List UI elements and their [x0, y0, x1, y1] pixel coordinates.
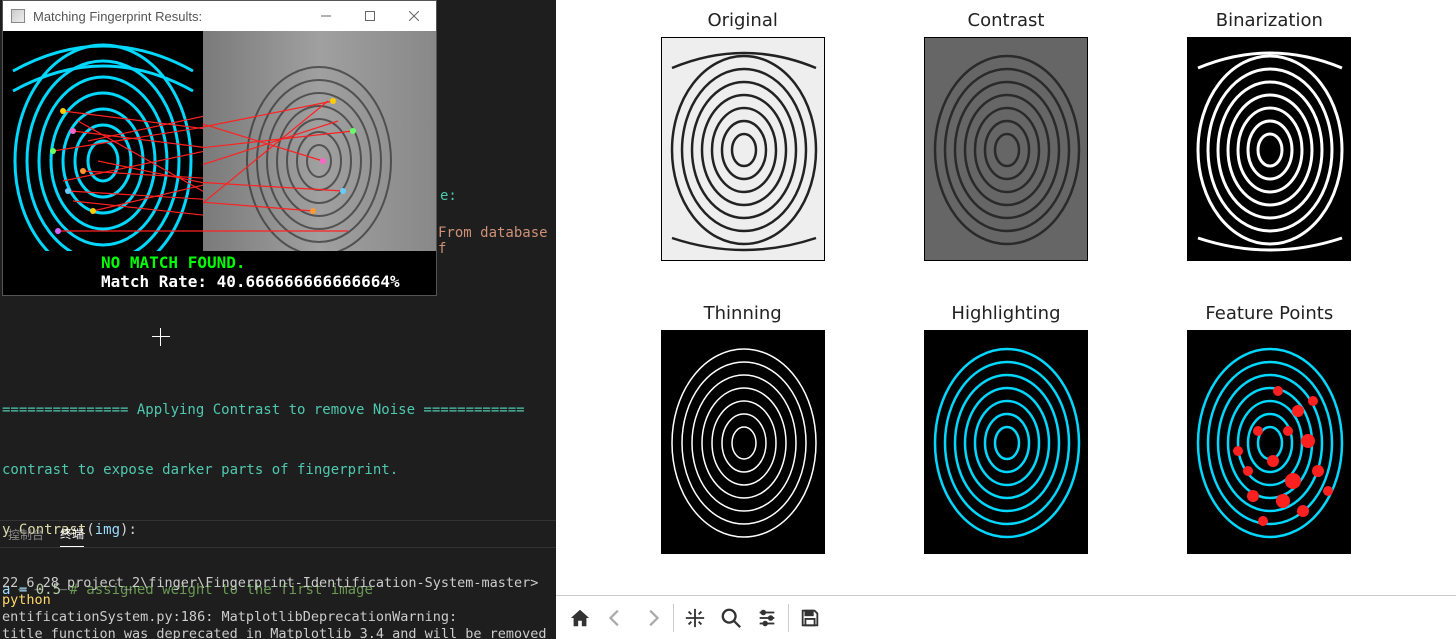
match-result-footer: NO MATCH FOUND. Match Rate: 40.666666666…: [3, 251, 436, 295]
subplot-original: Original: [661, 10, 825, 261]
terminal-cmd: python: [2, 592, 51, 608]
toolbar-separator: [788, 604, 789, 632]
minimize-button[interactable]: [304, 1, 348, 31]
terminal-line: 22_6_28_project_2\finger\Fingerprint-Ide…: [2, 575, 547, 591]
tab-console[interactable]: 控制台: [8, 522, 44, 547]
subplot-title: Contrast: [968, 10, 1045, 31]
subplot-title: Thinning: [704, 303, 782, 324]
subplot-contrast: Contrast: [924, 10, 1088, 261]
bg-code-frag2: From database f: [438, 225, 556, 257]
window-title: Matching Fingerprint Results:: [33, 9, 202, 24]
subplot-title: Highlighting: [951, 303, 1060, 324]
match-rate-label: Match Rate:: [101, 272, 217, 291]
fingerprint-image: [924, 37, 1088, 261]
home-icon[interactable]: [562, 600, 598, 636]
panel-tabs: 控制台 终端: [0, 520, 556, 548]
subplot-title: Binarization: [1216, 10, 1323, 31]
subplot-binarization: Binarization: [1187, 10, 1351, 261]
matching-results-window: Matching Fingerprint Results:: [2, 0, 437, 296]
subplot-feature-points: Feature Points: [1187, 303, 1351, 554]
bg-code-frag: e:: [440, 188, 457, 204]
fingerprint-image: [924, 330, 1088, 554]
terminal-line: title function was deprecated in Matplot…: [2, 626, 555, 639]
matplotlib-toolbar: [556, 595, 1456, 639]
editor-pane: e: From database f Matching Fingerprint …: [0, 0, 556, 639]
fingerprint-match-view: NO MATCH FOUND. Match Rate: 40.666666666…: [3, 31, 436, 295]
subplots-grid: Original: [556, 0, 1456, 595]
matplotlib-figure-window: Original: [556, 0, 1456, 639]
code-line: contrast to expose darker parts of finge…: [2, 460, 556, 480]
fingerprint-image: [661, 37, 825, 261]
fingerprint-image: [661, 330, 825, 554]
back-icon[interactable]: [598, 600, 634, 636]
maximize-button[interactable]: [348, 1, 392, 31]
close-button[interactable]: [392, 1, 436, 31]
zoom-icon[interactable]: [713, 600, 749, 636]
terminal-output[interactable]: 22_6_28_project_2\finger\Fingerprint-Ide…: [0, 558, 556, 639]
window-icon: [11, 9, 25, 23]
subplot-highlighting: Highlighting: [924, 303, 1088, 554]
match-rate-row: Match Rate: 40.666666666666664%: [101, 272, 430, 291]
no-match-label: NO MATCH FOUND.: [101, 253, 430, 272]
terminal-line: entificationSystem.py:186: MatplotlibDep…: [2, 609, 457, 625]
subplot-title: Feature Points: [1205, 303, 1333, 324]
save-icon[interactable]: [792, 600, 828, 636]
code-line: =============== Applying Contrast to rem…: [2, 400, 556, 420]
fingerprint-image: [1187, 330, 1351, 554]
forward-icon[interactable]: [634, 600, 670, 636]
window-titlebar[interactable]: Matching Fingerprint Results:: [3, 1, 436, 31]
cursor-crosshair: [152, 328, 170, 346]
toolbar-separator: [673, 604, 674, 632]
subplot-title: Original: [707, 10, 777, 31]
pan-icon[interactable]: [677, 600, 713, 636]
fingerprint-image: [1187, 37, 1351, 261]
configure-icon[interactable]: [749, 600, 785, 636]
subplot-thinning: Thinning: [661, 303, 825, 554]
tab-terminal[interactable]: 终端: [60, 521, 84, 547]
match-rate-value: 40.666666666666664%: [217, 272, 400, 291]
